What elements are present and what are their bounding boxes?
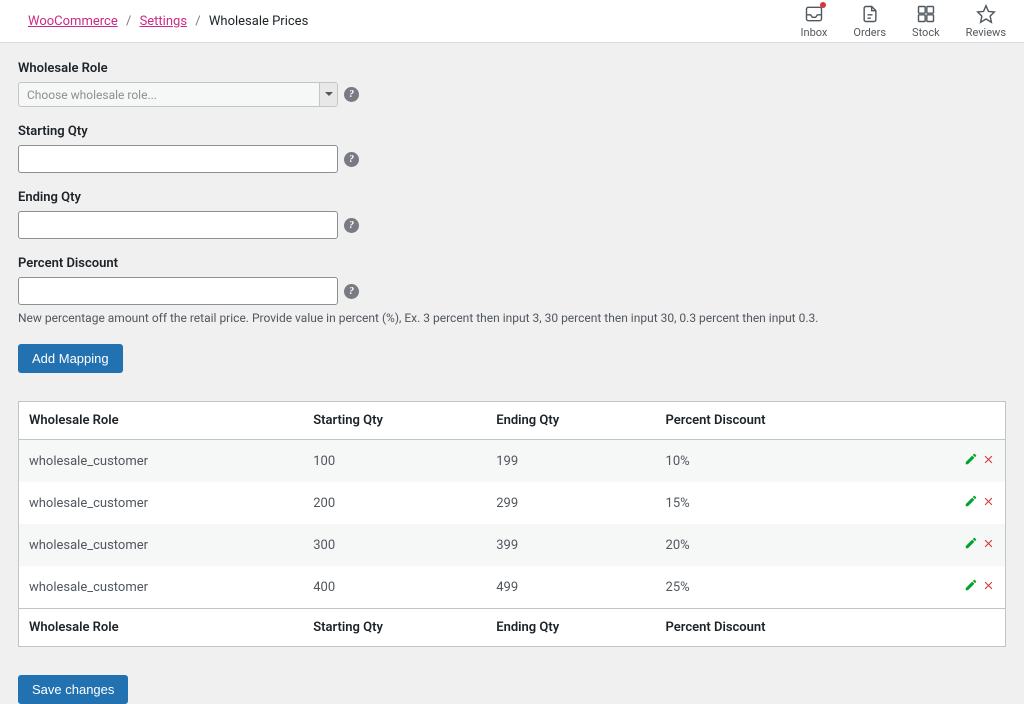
inbox-label: Inbox [801,26,828,39]
stock-label: Stock [912,26,940,39]
breadcrumb-woocommerce[interactable]: WooCommerce [28,14,118,29]
orders-label: Orders [853,26,886,39]
table-body: wholesale_customer10019910%wholesale_cus… [19,440,1006,609]
th-percent: Percent Discount [656,402,901,440]
th-ending-qty: Ending Qty [486,402,655,440]
cell-ending-qty: 199 [486,440,655,483]
cell-percent: 25% [656,566,901,609]
cell-actions [900,524,1005,566]
ending-qty-input[interactable] [18,211,338,239]
table-row: wholesale_customer10019910% [19,440,1006,483]
notification-dot-icon [820,2,826,8]
orders-icon [860,4,880,24]
cell-role: wholesale_customer [19,566,304,609]
wholesale-role-label: Wholesale Role [18,61,1006,76]
cell-starting-qty: 200 [303,482,486,524]
edit-icon[interactable] [964,578,978,596]
star-icon [976,4,996,24]
top-bar: WooCommerce / Settings / Wholesale Price… [0,0,1024,43]
content: Wholesale Role Choose wholesale role... … [0,43,1024,704]
cell-ending-qty: 299 [486,482,655,524]
delete-icon[interactable] [982,579,995,596]
th-role: Wholesale Role [19,402,304,440]
starting-qty-input[interactable] [18,145,338,173]
cell-actions [900,440,1005,483]
select-placeholder: Choose wholesale role... [27,88,157,102]
breadcrumb-sep: / [126,14,131,29]
top-actions: Inbox Orders Stock [801,4,1006,39]
tf-ending-qty: Ending Qty [486,609,655,647]
cell-percent: 15% [656,482,901,524]
reviews-label: Reviews [966,26,1006,39]
add-mapping-button[interactable]: Add Mapping [18,344,123,373]
help-icon[interactable]: ? [344,87,359,102]
chevron-down-icon [319,83,337,106]
table-row: wholesale_customer30039920% [19,524,1006,566]
cell-starting-qty: 400 [303,566,486,609]
bottom-actions: Save changes [18,675,1006,704]
stock-action[interactable]: Stock [912,4,940,39]
cell-ending-qty: 499 [486,566,655,609]
th-actions [900,402,1005,440]
cell-role: wholesale_customer [19,524,304,566]
percent-discount-label: Percent Discount [18,256,1006,271]
tf-role: Wholesale Role [19,609,304,647]
reviews-action[interactable]: Reviews [966,4,1006,39]
edit-icon[interactable] [964,452,978,470]
th-starting-qty: Starting Qty [303,402,486,440]
stock-icon [916,4,936,24]
delete-icon[interactable] [982,495,995,512]
orders-action[interactable]: Orders [853,4,886,39]
starting-qty-label: Starting Qty [18,124,1006,139]
breadcrumb-current: Wholesale Prices [209,14,308,29]
cell-starting-qty: 100 [303,440,486,483]
table-row: wholesale_customer40049925% [19,566,1006,609]
cell-ending-qty: 399 [486,524,655,566]
cell-percent: 10% [656,440,901,483]
cell-actions [900,566,1005,609]
edit-icon[interactable] [964,536,978,554]
inbox-action[interactable]: Inbox [801,4,828,39]
wholesale-role-select[interactable]: Choose wholesale role... [18,82,338,107]
delete-icon[interactable] [982,453,995,470]
cell-actions [900,482,1005,524]
delete-icon[interactable] [982,537,995,554]
ending-qty-field: Ending Qty ? [18,190,1006,239]
wholesale-role-field: Wholesale Role Choose wholesale role... … [18,61,1006,107]
help-icon[interactable]: ? [344,218,359,233]
cell-starting-qty: 300 [303,524,486,566]
breadcrumb: WooCommerce / Settings / Wholesale Price… [28,14,308,29]
cell-role: wholesale_customer [19,440,304,483]
help-icon[interactable]: ? [344,284,359,299]
inbox-icon [804,4,824,24]
save-changes-button[interactable]: Save changes [18,675,128,704]
ending-qty-label: Ending Qty [18,190,1006,205]
starting-qty-field: Starting Qty ? [18,124,1006,173]
tf-percent: Percent Discount [656,609,901,647]
help-icon[interactable]: ? [344,152,359,167]
tf-starting-qty: Starting Qty [303,609,486,647]
table-row: wholesale_customer20029915% [19,482,1006,524]
percent-discount-field: Percent Discount ? New percentage amount… [18,256,1006,327]
breadcrumb-settings[interactable]: Settings [140,14,187,29]
percent-discount-input[interactable] [18,277,338,305]
cell-role: wholesale_customer [19,482,304,524]
tf-actions [900,609,1005,647]
cell-percent: 20% [656,524,901,566]
edit-icon[interactable] [964,494,978,512]
percent-discount-help-text: New percentage amount off the retail pri… [18,309,1006,327]
mappings-table: Wholesale Role Starting Qty Ending Qty P… [18,401,1006,647]
breadcrumb-sep: / [195,14,200,29]
